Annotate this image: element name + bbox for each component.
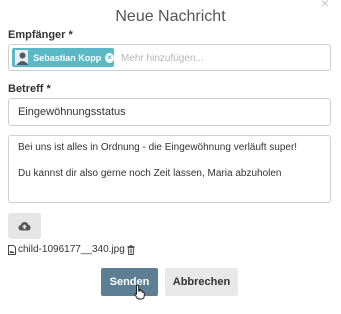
- subject-label: Betreff *: [8, 83, 51, 95]
- remove-recipient-icon[interactable]: ×: [105, 52, 114, 63]
- recipients-field[interactable]: Sebastian Kopp ×: [8, 44, 331, 71]
- message-line: Bei uns ist alles in Ordnung - die Einge…: [18, 142, 298, 153]
- add-recipient-input[interactable]: [121, 50, 321, 66]
- message-body-field[interactable]: Bei uns ist alles in Ordnung - die Einge…: [8, 135, 331, 203]
- message-line: Du kannst dir also gerne noch Zeit lasse…: [18, 168, 282, 179]
- recipients-label: Empfänger *: [8, 29, 73, 41]
- cancel-button[interactable]: Abbrechen: [165, 268, 238, 296]
- subject-input[interactable]: [8, 98, 331, 126]
- recipient-chip-name: Sebastian Kopp: [33, 52, 102, 63]
- recipient-chip[interactable]: Sebastian Kopp ×: [12, 48, 114, 67]
- image-file-icon: [8, 244, 16, 255]
- attachment-item: child-1096177__340.jpg: [8, 244, 135, 255]
- send-button[interactable]: Senden: [101, 268, 158, 296]
- cloud-upload-icon: [18, 222, 31, 231]
- dialog-title: Neue Nachricht: [115, 8, 226, 25]
- hand-cursor-icon: [134, 284, 145, 300]
- attachment-filename[interactable]: child-1096177__340.jpg: [18, 244, 125, 255]
- upload-button[interactable]: [8, 213, 41, 239]
- trash-icon[interactable]: [127, 244, 135, 255]
- avatar-icon: [15, 50, 29, 65]
